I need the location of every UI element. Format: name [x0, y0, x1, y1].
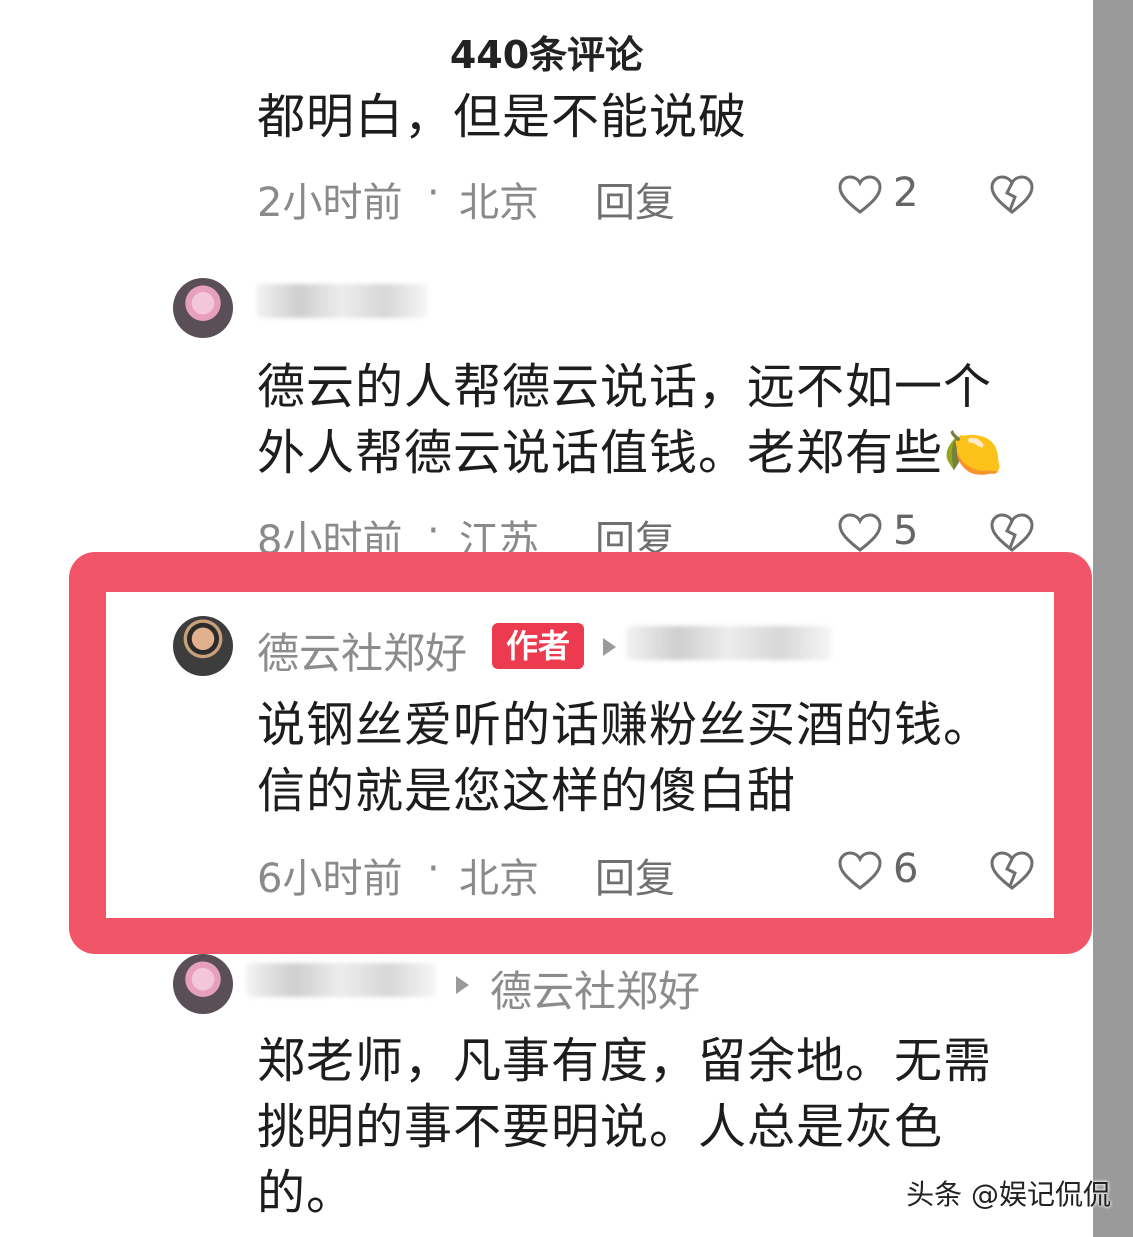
- comment-4-text: 郑老师，凡事有度，留余地。无需 挑明的事不要明说。人总是灰色 的。: [257, 1028, 992, 1226]
- comment-3-reply-button[interactable]: 回复: [595, 846, 675, 904]
- author-avatar[interactable]: [173, 616, 233, 676]
- comment-4-line-2: 挑明的事不要明说。人总是灰色: [257, 1099, 944, 1155]
- comment-count-title: 440条评论: [449, 33, 644, 77]
- comment-2-like-count: 5: [893, 508, 919, 554]
- comment-1-meta: 2小时前 · 北京 回复 2: [257, 170, 1047, 226]
- blurred-username: [256, 284, 428, 318]
- comment-3-text: 说钢丝爱听的话赚粉丝买酒的钱。 信的就是您这样的傻白甜: [257, 692, 992, 824]
- comment-2-text: 德云的人帮德云说话，远不如一个 外人帮德云说话值钱。老郑有些🍋: [257, 354, 1004, 486]
- comment-2-line-2: 外人帮德云说话值钱。老郑有些🍋: [257, 425, 1004, 481]
- heart-outline-icon[interactable]: [837, 512, 883, 554]
- broken-heart-icon[interactable]: [989, 174, 1035, 216]
- comment-3-line-2: 信的就是您这样的傻白甜: [257, 763, 797, 819]
- comment-1-location: 北京: [459, 180, 539, 226]
- blurred-reply-target: [626, 626, 832, 660]
- comment-4-line-3: 的。: [257, 1165, 356, 1221]
- comment-3-dot: ·: [427, 846, 440, 892]
- watermark: 头条 @娱记侃侃: [906, 1178, 1111, 1211]
- comment-3-line-1: 说钢丝爱听的话赚粉丝买酒的钱。: [257, 697, 993, 753]
- reply-commenter-avatar[interactable]: [173, 954, 233, 1014]
- comment-1-reply-button[interactable]: 回复: [595, 170, 675, 228]
- blurred-reply-username: [246, 963, 436, 997]
- heart-outline-icon[interactable]: [837, 174, 883, 216]
- comment-1-like-count: 2: [893, 170, 919, 216]
- comment-1-text: 都明白，但是不能说破: [257, 84, 747, 150]
- comment-3-meta: 6小时前 · 北京 回复 6: [257, 846, 1047, 902]
- comment-3-like-count: 6: [893, 846, 919, 892]
- comment-3-time: 6小时前: [257, 856, 403, 902]
- commenter-avatar[interactable]: [173, 278, 233, 338]
- heart-outline-icon[interactable]: [837, 850, 883, 892]
- comment-2-line-1: 德云的人帮德云说话，远不如一个: [257, 359, 993, 415]
- author-badge: 作者: [492, 623, 584, 669]
- broken-heart-icon[interactable]: [989, 850, 1035, 892]
- author-name[interactable]: 德云社郑好: [257, 620, 467, 681]
- comment-2-meta: 8小时前 · 江苏 回复 5: [257, 508, 1047, 564]
- comment-2-dot: ·: [427, 508, 440, 554]
- comment-1-dot: ·: [427, 170, 440, 216]
- comment-3-location: 北京: [459, 856, 539, 902]
- comment-1-line-1: 都明白，但是不能说破: [257, 89, 748, 145]
- play-arrow-icon: [456, 976, 469, 994]
- right-scrollbar: [1093, 0, 1133, 1237]
- comment-4-line-1: 郑老师，凡事有度，留余地。无需: [257, 1033, 993, 1089]
- reply-target-name[interactable]: 德云社郑好: [490, 958, 700, 1019]
- play-arrow-icon: [603, 638, 616, 656]
- broken-heart-icon[interactable]: [989, 512, 1035, 554]
- comment-1-time: 2小时前: [257, 180, 403, 226]
